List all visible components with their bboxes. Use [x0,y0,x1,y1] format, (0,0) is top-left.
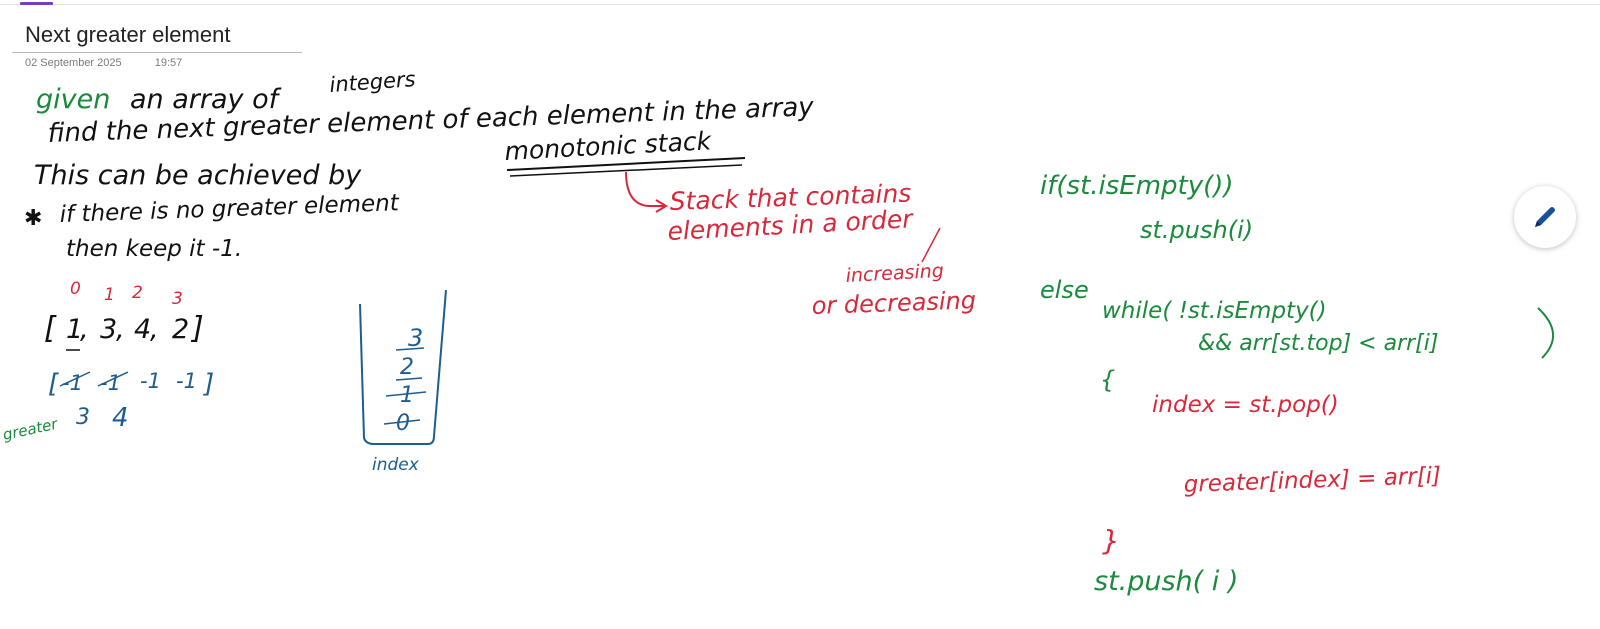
index-label-1: 1 [104,285,115,305]
stack-entry-0: 0 [396,411,410,436]
pen-tool-button[interactable] [1514,186,1576,248]
code-greater-line: greater[index] = arr[i] [1183,463,1441,498]
pointer-line [921,227,941,263]
array-value-1: 3 [100,314,117,345]
intro-line3-link: monotonic stack [504,126,713,166]
code-push: st.push(i) [1140,216,1253,244]
array-example: 0 1 2 3 [ 1 , 3 , 4 , 2 ] [ -1 -1 -1 -1 … [1,279,214,444]
index-label-0: 0 [70,279,81,299]
intro-line3: This can be achieved by [34,160,362,191]
intro-line1-prefix: given [36,84,110,115]
pen-icon [1535,207,1555,227]
result-open-bracket: [ [48,369,59,399]
ink-canvas[interactable]: given an array of integers find the next… [0,0,1600,629]
code-condition: && arr[st.top] < arr[i] [1198,331,1438,356]
array-comma: , [150,314,159,345]
result-value-3: -1 [176,369,197,393]
stack-note: Stack that contains elements in a order … [625,171,976,320]
array-open-bracket: [ [44,311,57,346]
intro-line1-super: integers [329,67,417,97]
result-close-bracket: ] [203,369,214,399]
code-open-brace: { [1100,366,1115,394]
index-label-3: 3 [172,289,183,309]
index-label-2: 2 [132,283,143,303]
code-final-push: st.push( i ) [1094,566,1238,597]
greater-label: greater [1,415,60,444]
code-notes: if(st.isEmpty()) st.push(i) else while( … [1040,171,1555,597]
code-while: while( !st.isEmpty() [1102,298,1327,324]
code-else: else [1040,276,1089,304]
stack-note-option1: increasing [845,260,944,287]
result-value-2: -1 [140,369,161,393]
greater-value-1: 4 [112,403,129,433]
stack-diagram: 3 2 1 0 index [359,289,447,475]
intro-line5: then keep it -1. [66,236,242,262]
greater-value-0: 3 [76,405,90,430]
closing-paren [1537,307,1555,359]
code-if: if(st.isEmpty()) [1040,171,1234,201]
array-comma: , [80,314,89,345]
array-close-bracket: ] [190,311,204,346]
code-close-brace: } [1102,524,1120,557]
array-value-2: 4 [134,314,151,345]
stack-entry-2: 2 [400,355,414,380]
stack-label: index [372,455,420,475]
star-bullet-icon: ✱ [24,206,42,231]
array-value-3: 2 [172,314,189,345]
array-comma: , [116,314,125,345]
code-index-line: index = st.pop() [1152,392,1339,418]
intro-line4: if there is no greater element [59,190,400,228]
stack-note-option2: or decreasing [811,286,976,320]
stack-entry-1: 1 [400,383,414,408]
intro-line1-rest: an array of [130,84,282,115]
